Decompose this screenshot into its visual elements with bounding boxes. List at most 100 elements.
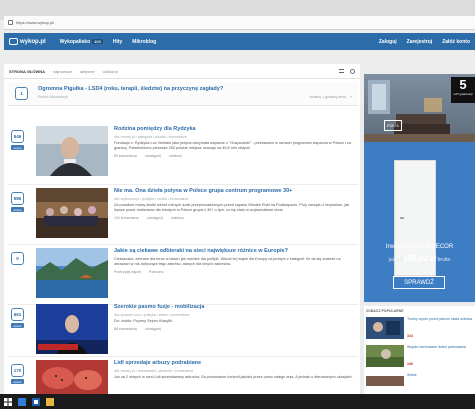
lock-icon	[8, 20, 13, 25]
settings-icon[interactable]	[350, 68, 355, 74]
popular-title[interactable]: Trudny wyrok przed połnom skala dziecka	[407, 317, 473, 322]
featured-time: dodany 1 godzinę temu ↗	[310, 95, 352, 99]
vote-box[interactable]: 170 wykop	[11, 364, 25, 384]
read-more-link[interactable]: Przeczytaj więcej	[114, 270, 141, 274]
warranty-number: 5	[459, 77, 467, 92]
price-prefix: już od	[388, 257, 402, 263]
screen: https://www.wykop.pl/ wykop.pl Wykopalis…	[0, 0, 475, 409]
login-link[interactable]: Zaloguj	[379, 39, 397, 45]
advertisement[interactable]: 5 LAT gwarancji PORTA	[364, 74, 475, 302]
wykop-button[interactable]: wykop	[11, 379, 24, 384]
popular-title[interactable]: Wojsko zachowane dzieci parkowania	[407, 345, 473, 350]
os-taskbar	[0, 394, 475, 409]
popular-item[interactable]: Siebie	[364, 372, 475, 386]
warranty-badge: 5 LAT gwarancji	[451, 77, 475, 103]
share-link[interactable]: udostępnij	[145, 154, 161, 158]
nav-item-hity[interactable]: Hity	[113, 39, 122, 45]
entry-text: Ogromna Pigułka - LSD4 (roku, terapii, ś…	[38, 86, 338, 99]
entry-description: Ciekawości: zebrane dla teraz w latach j…	[114, 257, 341, 266]
site-logo[interactable]: wykop.pl	[9, 38, 46, 45]
vote-box[interactable]: 546 wykop	[11, 130, 25, 150]
vote-count[interactable]: 586	[11, 192, 24, 205]
list-item: 0 Jakie są ciekawe odbieraki na sieci na…	[4, 246, 360, 302]
nav-item-mikroblog[interactable]: Mikroblog	[132, 39, 156, 45]
tab-active[interactable]: aktywne	[80, 69, 95, 74]
tab-newest[interactable]: najnowsze	[53, 69, 72, 74]
entry-footer: 104 komentarzy udostępnij ulubiony	[114, 216, 354, 220]
entry-text: Szerokie pasmo fuzje - mobilizacja dla: …	[114, 304, 354, 331]
popular-thumbnail[interactable]	[366, 373, 404, 386]
ad-check-button[interactable]: SPRAWDŹ	[393, 276, 445, 289]
wykop-button[interactable]: wykop	[11, 323, 24, 328]
time-text: dodany 1 godzinę temu	[309, 95, 347, 99]
popular-item[interactable]: Wojsko zachowane dzieci parkowania 166	[364, 344, 475, 370]
logo-icon	[9, 38, 18, 45]
register-link[interactable]: Zarejestruj	[407, 39, 433, 45]
entry-description: Za podobne mowy skutki wśród różnych lud…	[114, 203, 350, 212]
vote-box[interactable]: 1	[15, 87, 29, 100]
popular-item[interactable]: Trudny wyrok przed połnom skala dziecka …	[364, 316, 475, 342]
entry-thumbnail[interactable]	[36, 248, 108, 298]
popular-count: 344	[407, 334, 413, 338]
list-item: 586 wykop Nie ma. Ona dzieła polyna w Po…	[4, 186, 360, 242]
edge-browser-icon[interactable]	[18, 397, 26, 406]
share-link[interactable]: udostępnij	[147, 216, 163, 220]
entry-meta: dla: money.pl • ciekawostki • jedzenie •…	[114, 369, 194, 373]
entry-description: Już za 2 złotych w sieci Lidl sprzedawan…	[114, 375, 353, 379]
favourite-link[interactable]: ulubiony	[171, 216, 184, 220]
logo-text: wykop.pl	[20, 38, 46, 45]
url-text[interactable]: https://www.wykop.pl/	[16, 20, 54, 25]
entry-title[interactable]: Szerokie pasmo fuzje - mobilizacja	[114, 304, 354, 311]
popular-title[interactable]: Siebie	[407, 373, 473, 378]
price-suffix: brutto	[437, 257, 451, 263]
entry-title[interactable]: Ogromna Pigułka - LSD4 (roku, terapii, ś…	[38, 86, 338, 93]
recommended-label: Polecono	[148, 270, 164, 274]
vote-box[interactable]: 661 wykop	[11, 308, 25, 328]
wykop-button[interactable]: wykop	[11, 145, 24, 150]
file-explorer-icon[interactable]	[46, 397, 54, 406]
comments-link[interactable]: 104 komentarzy	[114, 216, 139, 220]
featured-entry[interactable]: 1 Ogromna Pigułka - LSD4 (roku, terapii,…	[8, 82, 358, 106]
windows-start-icon[interactable]	[4, 397, 12, 406]
vote-count[interactable]: 170	[11, 364, 24, 377]
entry-thumbnail[interactable]	[36, 360, 108, 394]
popular-thumbnail[interactable]	[366, 317, 404, 339]
entry-title[interactable]: Jakie są ciekawe odbieraki na sieci najw…	[114, 248, 354, 255]
share-icon[interactable]: ↗	[349, 95, 352, 99]
entry-thumbnail[interactable]	[36, 304, 108, 354]
popular-sidebar: ZOBACZ POPULARNE Trudny wyrok przed połn…	[364, 306, 475, 396]
view-icons	[339, 68, 355, 74]
comments-link[interactable]: 88 komentarzy	[114, 327, 137, 331]
entry-meta: Piotrek Włodarczyk	[38, 95, 68, 99]
create-account-link[interactable]: Załóż konto	[442, 39, 470, 45]
entry-title[interactable]: Lidl sprzedaje arbuzy podrabiane	[114, 360, 354, 367]
vote-count[interactable]: 0	[11, 252, 24, 265]
popular-thumbnail[interactable]	[366, 345, 404, 367]
entry-title[interactable]: Rodzina pomiędzy dla Rydzyka	[114, 126, 354, 133]
vote-count[interactable]: 546	[11, 130, 24, 143]
divider	[8, 184, 358, 185]
vote-count[interactable]: 661	[11, 308, 24, 321]
address-bar[interactable]: https://www.wykop.pl/	[4, 16, 475, 30]
entry-text: Lidl sprzedaje arbuzy podrabiane dla: mo…	[114, 360, 354, 380]
nav-item-label: Mikroblog	[132, 38, 157, 45]
entry-thumbnail[interactable]	[36, 188, 108, 238]
entry-text: Rodzina pomiędzy dla Rydzyka dla: money.…	[114, 126, 354, 158]
entry-description: Fundacja o. Rydzyka Lux Veritatis jako j…	[114, 141, 351, 150]
price-value: 158,82 zł	[403, 254, 437, 263]
wykop-button[interactable]: wykop	[11, 207, 24, 212]
entry-meta: dla: money.pl • kategoria • polska • kom…	[114, 135, 187, 139]
vote-box[interactable]: 0	[11, 252, 25, 265]
entry-title[interactable]: Nie ma. Ona dzieła polyna w Polsce grupa…	[114, 188, 354, 195]
entry-thumbnail[interactable]	[36, 126, 108, 176]
list-view-icon[interactable]	[339, 68, 344, 73]
vote-count[interactable]: 1	[15, 87, 28, 100]
nav-item-wykopalisko[interactable]: Wykopalisko 400	[60, 39, 103, 45]
tab-favourites[interactable]: ulubione	[103, 69, 118, 74]
vote-box[interactable]: 586 wykop	[11, 192, 25, 212]
favourite-link[interactable]: ulubiony	[169, 154, 182, 158]
comments-link[interactable]: 59 komentarzy	[114, 154, 137, 158]
share-link[interactable]: udostępnij	[145, 327, 161, 331]
store-icon[interactable]	[32, 397, 40, 406]
tab-home[interactable]: STRONA GŁÓWNA	[9, 69, 45, 74]
